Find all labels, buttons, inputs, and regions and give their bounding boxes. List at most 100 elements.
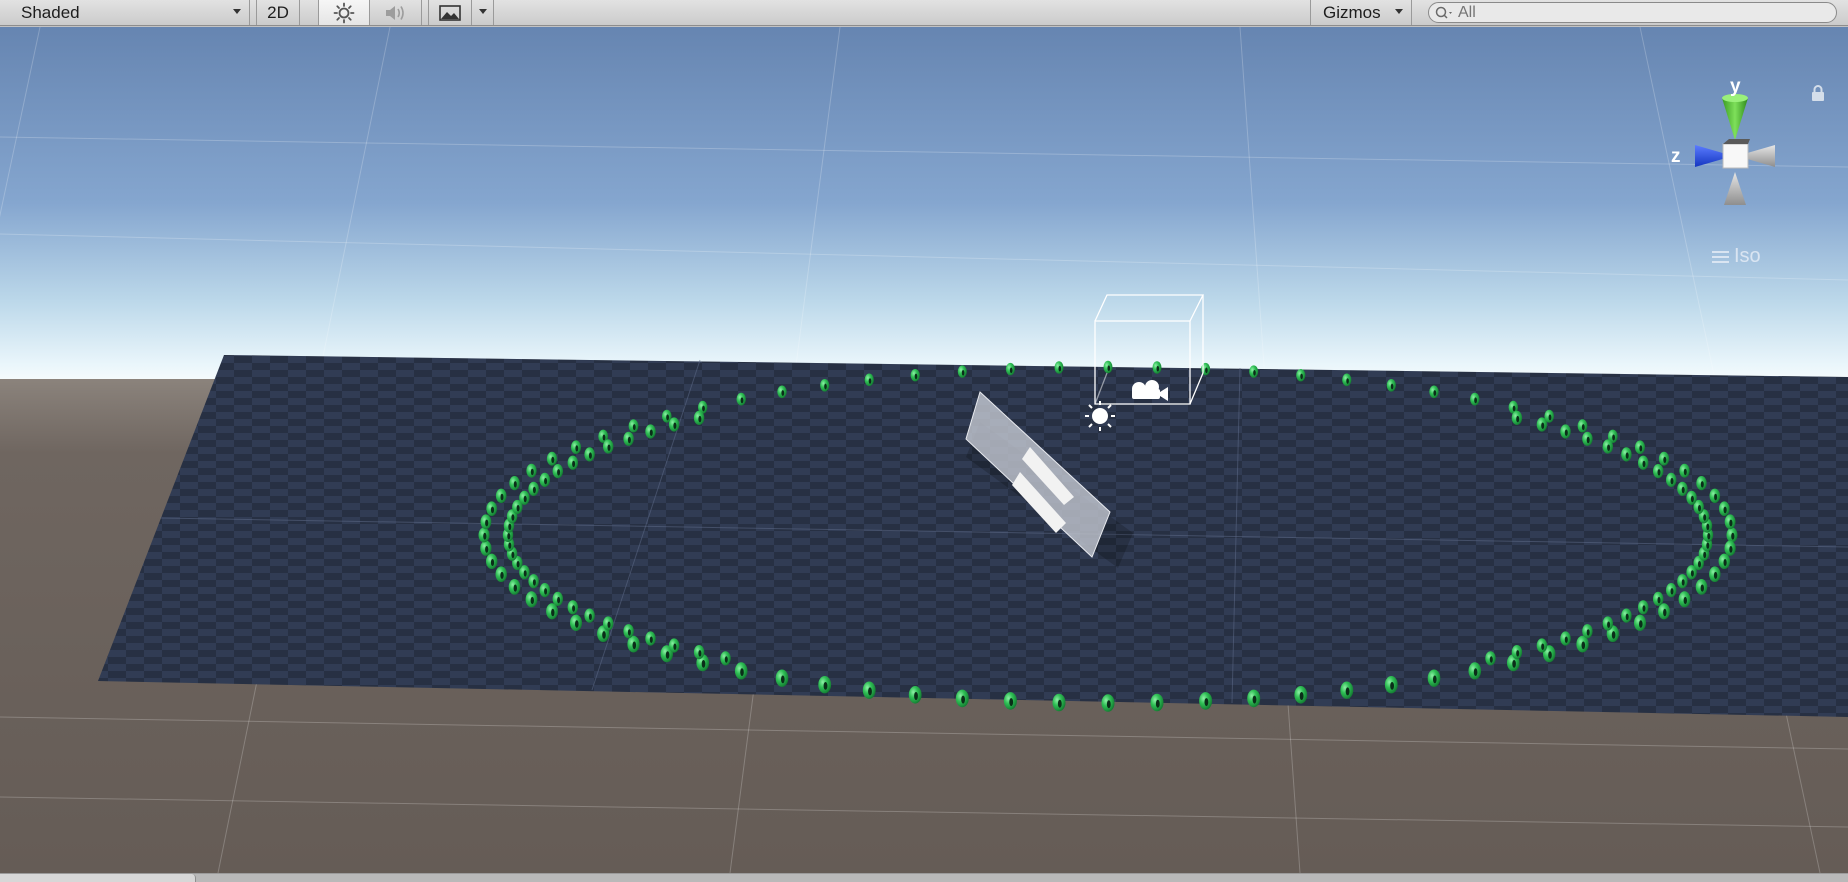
2d-toggle-button[interactable]: 2D [256, 0, 300, 25]
gizmos-label: Gizmos [1323, 2, 1381, 22]
sphere-shadow-mark [1581, 424, 1585, 431]
sphere-shadow-mark [1252, 695, 1257, 704]
sphere-shadow-mark [1300, 373, 1303, 380]
sphere-shadow-mark [1564, 636, 1568, 643]
bottom-tab[interactable] [0, 874, 196, 882]
sphere-shadow-mark [490, 559, 495, 566]
sphere-shadow-mark [1205, 367, 1208, 374]
sphere-shadow-mark [1607, 621, 1611, 628]
sphere-shadow-mark [1642, 605, 1646, 612]
center-cube[interactable] [1722, 143, 1749, 169]
sphere-shadow-mark [1541, 643, 1545, 650]
sphere-shadow-mark [1390, 383, 1394, 390]
sphere-shadow-mark [1009, 698, 1014, 707]
scene-audio-toggle[interactable] [370, 0, 422, 25]
effects-dropdown[interactable] [472, 0, 494, 25]
sphere-shadow-mark [1657, 469, 1661, 476]
sphere-shadow-mark [673, 422, 677, 429]
search-input[interactable] [1458, 3, 1818, 22]
sphere-shadow-mark [1516, 650, 1520, 657]
y-axis-cone[interactable] [1722, 98, 1748, 140]
sphere-shadow-mark [1700, 481, 1704, 488]
sphere-shadow-mark [1670, 477, 1674, 485]
sphere-shadow-mark [1713, 571, 1718, 579]
sphere-shadow-mark [724, 656, 728, 663]
sphere-shadow-mark [1106, 700, 1111, 709]
sphere-shadow-mark [1683, 468, 1687, 476]
draw-mode-dropdown[interactable]: Shaded [0, 0, 250, 25]
sphere-shadow-mark [572, 605, 576, 612]
sphere-shadow-mark [702, 405, 705, 412]
sphere-shadow-mark [588, 613, 592, 620]
dropdown-arrow-icon [479, 9, 487, 14]
sphere-shadow-mark [1729, 546, 1733, 553]
sphere-shadow-mark [649, 636, 653, 643]
sphere-shadow-mark [1299, 692, 1304, 700]
scene-canvas[interactable] [0, 27, 1848, 873]
y-axis-label: y [1730, 77, 1741, 97]
sphere-shadow-mark [781, 675, 785, 684]
sphere-shadow-mark [1541, 422, 1545, 429]
sphere-shadow-mark [532, 579, 536, 586]
orientation-gizmo[interactable]: y z [1665, 77, 1805, 217]
sphere-shadow-mark [649, 429, 653, 436]
sphere-shadow-mark [1703, 514, 1707, 521]
sphere-shadow-mark [824, 383, 827, 390]
scene-effects-toggle[interactable] [428, 0, 472, 25]
sphere-shadow-mark [1516, 415, 1520, 423]
sphere-shadow-mark [1346, 378, 1349, 384]
sphere-shadow-mark [551, 608, 555, 617]
sphere-shadow-mark [632, 641, 637, 650]
sphere-shadow-mark [1714, 493, 1718, 501]
sphere-shadow-mark [823, 682, 828, 690]
sphere-shadow-mark [1690, 570, 1694, 577]
center-cube-top [1723, 139, 1750, 144]
sphere-shadow-mark [740, 668, 744, 676]
sphere-shadow-mark [666, 414, 669, 421]
scene-lighting-toggle[interactable] [318, 0, 370, 25]
sphere-shadow-mark [1690, 495, 1694, 503]
sphere-shadow-mark [1681, 486, 1685, 494]
landscape-image-icon [439, 4, 461, 21]
hierarchy-search[interactable] [1428, 2, 1837, 23]
sphere-shadow-mark [602, 434, 606, 441]
z-axis-label: z [1671, 146, 1681, 167]
sphere-shadow-mark [1731, 532, 1735, 540]
sphere-shadow-mark [1607, 444, 1611, 451]
sphere-shadow-mark [511, 551, 515, 559]
sphere-shadow-mark [523, 495, 527, 503]
sphere-shadow-mark [1155, 699, 1160, 708]
sphere-shadow-mark [1474, 397, 1477, 404]
sphere-shadow-mark [516, 505, 520, 512]
sphere-shadow-mark [698, 415, 702, 423]
sphere-shadow-mark [1639, 620, 1643, 628]
sphere-shadow-mark [1703, 551, 1707, 559]
sphere-shadow-mark [485, 546, 489, 553]
sphere-shadow-mark [1057, 699, 1062, 708]
sphere-shadow-mark [516, 561, 520, 568]
speaker-icon [385, 5, 404, 20]
sphere-shadow-mark [1670, 588, 1674, 595]
sphere-shadow-mark [500, 571, 504, 579]
sphere-shadow-mark [485, 519, 489, 527]
sphere-shadow-mark [627, 629, 631, 636]
neg-y-axis-cone[interactable] [1724, 172, 1746, 205]
sphere-shadow-mark [781, 390, 785, 396]
sphere-shadow-mark [1698, 561, 1701, 568]
sphere-shadow-mark [513, 584, 517, 592]
sphere-shadow-mark [1663, 608, 1667, 617]
sphere-shadow-mark [1612, 434, 1615, 441]
sphere-shadow-mark [530, 596, 534, 605]
scene-toolbar: Shaded 2D Gizmos [0, 0, 1848, 26]
dropdown-arrow-icon [1395, 9, 1403, 14]
sphere-shadow-mark [1512, 660, 1516, 668]
checker-plane-shade [98, 355, 1848, 717]
lock-icon[interactable] [1808, 83, 1828, 103]
gizmos-dropdown[interactable]: Gizmos [1310, 0, 1412, 25]
sphere-shadow-mark [602, 631, 606, 639]
sphere-shadow-mark [1548, 414, 1552, 421]
menu-lines-icon [1712, 250, 1729, 263]
projection-toggle[interactable]: Iso [1712, 245, 1761, 268]
scene-view[interactable]: y z Iso [0, 27, 1848, 873]
sphere-shadow-mark [961, 695, 965, 704]
